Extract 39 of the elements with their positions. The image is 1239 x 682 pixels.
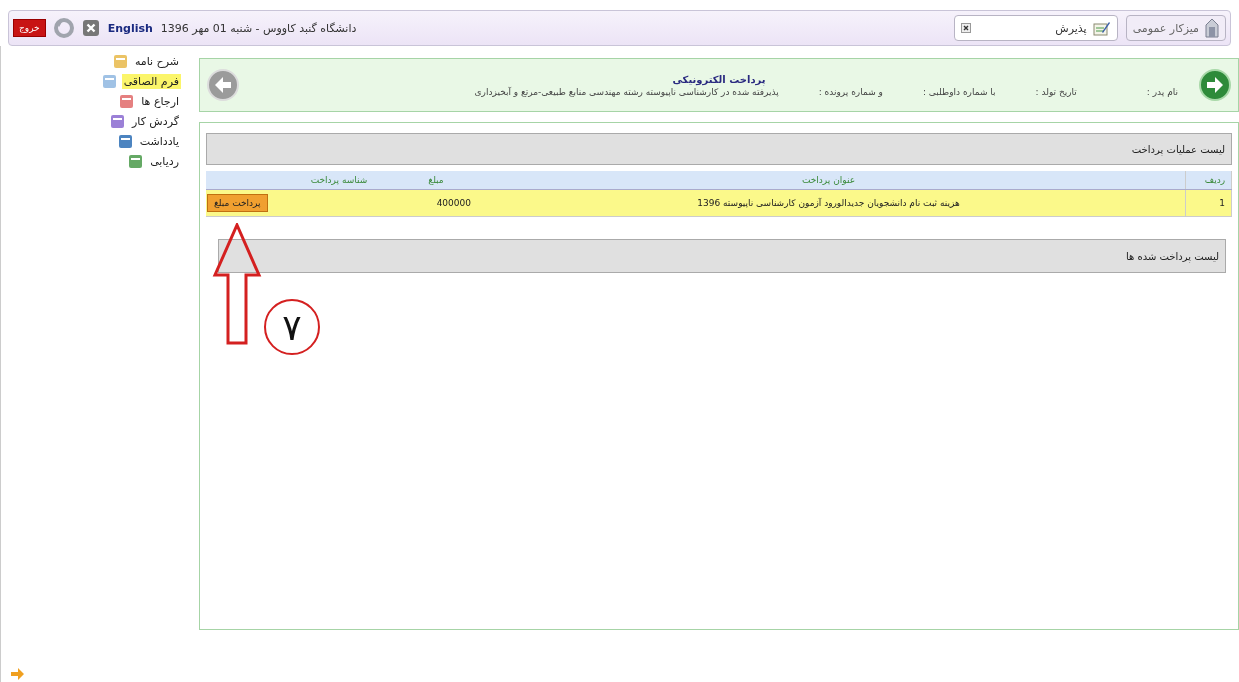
info-label: و شماره پرونده : bbox=[818, 86, 883, 97]
refresh-icon[interactable] bbox=[53, 18, 74, 38]
sidebar-item[interactable]: شرح نامه bbox=[132, 53, 181, 69]
column-header: ردیف bbox=[1185, 171, 1232, 190]
menu-item-icon bbox=[112, 53, 129, 69]
column-header: شناسه پرداخت bbox=[278, 171, 400, 190]
menu-item-icon bbox=[128, 153, 145, 169]
sidebar-item[interactable]: گردش کار bbox=[129, 113, 181, 129]
sidebar-item[interactable]: فرم الصاقی bbox=[121, 73, 181, 89]
menu-item-icon bbox=[109, 113, 126, 129]
section-title: لیست پرداخت شده ها bbox=[1125, 250, 1219, 262]
home-icon bbox=[1205, 18, 1219, 38]
info-label: تاریخ تولد : bbox=[1035, 86, 1077, 97]
close-icon[interactable] bbox=[81, 19, 100, 37]
menu-item-icon bbox=[117, 133, 134, 149]
exit-button[interactable]: خروج bbox=[13, 19, 46, 37]
english-link[interactable]: English bbox=[107, 21, 153, 35]
column-header: مبلغ bbox=[400, 171, 472, 190]
page-title: پرداخت الکترونیکی bbox=[672, 73, 766, 85]
column-header: عنوان پرداخت bbox=[472, 171, 1186, 190]
tab[interactable]: میزکار عمومی bbox=[1125, 15, 1226, 41]
section-title: لیست عملیات پرداخت bbox=[1131, 143, 1225, 155]
menu-item-icon bbox=[119, 93, 136, 109]
info-label: پذیرفته شده در کارشناسی ناپیوسته رشته مهندسی منابع طبیعی-مرتع و آبخیزداری bbox=[474, 86, 779, 97]
form-pen-icon bbox=[1092, 20, 1111, 36]
table-cell: 400000 bbox=[400, 189, 472, 217]
table-cell: هزینه ثبت نام دانشجویان جدیدالورود آزمون کارشناسی ناپیوسته 1396 bbox=[472, 189, 1186, 217]
table-cell: 1 bbox=[1185, 189, 1232, 217]
info-label: با شماره داوطلبی : bbox=[922, 86, 996, 97]
info-label: نام پدر : bbox=[1146, 86, 1178, 97]
annotation-number: ۷ bbox=[264, 299, 320, 355]
menu-item-icon bbox=[101, 73, 118, 89]
university-date-text: دانشگاه گنبد کاووس - شنبه 01 مهر 1396 bbox=[160, 21, 357, 35]
sidebar-item[interactable]: ارجاع ها bbox=[139, 93, 181, 109]
tab[interactable]: پذیرش bbox=[953, 15, 1118, 41]
close-tab-icon[interactable] bbox=[960, 23, 971, 33]
sidebar-item[interactable]: یادداشت bbox=[137, 133, 181, 149]
sidebar-item[interactable]: ردیابی bbox=[148, 153, 181, 169]
pay-button[interactable]: پرداخت مبلغ bbox=[207, 194, 268, 212]
